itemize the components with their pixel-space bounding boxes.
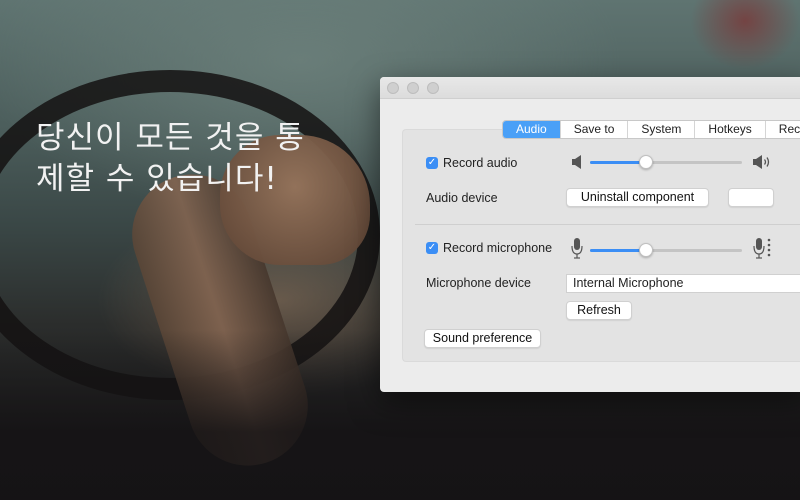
microphone-icon	[571, 238, 583, 259]
speaker-low-icon	[572, 155, 581, 169]
speaker-high-icon	[753, 155, 770, 169]
audio-volume-fill	[590, 161, 647, 164]
microphone-level-slider[interactable]	[590, 241, 742, 259]
zoom-window-button[interactable]	[427, 81, 439, 94]
record-microphone-checkbox[interactable]: ✓	[426, 242, 438, 254]
record-audio-checkbox[interactable]: ✓	[426, 157, 438, 169]
microphone-level-icon	[753, 238, 771, 259]
microphone-device-select[interactable]: Internal Microphone	[566, 274, 800, 293]
tab-hotkeys[interactable]: Hotkeys	[695, 121, 766, 138]
audio-volume-slider[interactable]	[590, 153, 742, 171]
promo-headline: 당신이 모든 것을 통 제할 수 있습니다!	[36, 118, 346, 200]
record-audio-label: Record audio	[443, 156, 518, 170]
audio-device-label: Audio device	[426, 191, 498, 205]
preferences-tab-bar: Audio Save to System Hotkeys Reco	[502, 120, 800, 139]
tab-system[interactable]: System	[628, 121, 696, 138]
uninstall-component-button[interactable]: Uninstall component	[566, 188, 709, 207]
background-sunglasses	[690, 0, 800, 70]
refresh-button[interactable]: Refresh	[566, 301, 632, 320]
tab-save-to[interactable]: Save to	[561, 121, 629, 138]
sound-preference-button[interactable]: Sound preference	[424, 329, 541, 348]
section-divider	[415, 224, 800, 225]
close-window-button[interactable]	[387, 81, 399, 94]
window-titlebar[interactable]	[380, 77, 800, 99]
tab-recording[interactable]: Reco	[766, 121, 800, 138]
audio-settings-panel: ✓ Record audio Audio device Uninstall co…	[402, 129, 800, 362]
microphone-level-knob[interactable]	[639, 243, 654, 257]
tab-audio[interactable]: Audio	[503, 121, 561, 138]
microphone-device-label: Microphone device	[426, 276, 531, 290]
microphone-level-fill	[590, 249, 647, 252]
audio-volume-knob[interactable]	[639, 155, 654, 169]
minimize-window-button[interactable]	[407, 81, 419, 94]
preferences-window: Audio Save to System Hotkeys Reco ✓ Reco…	[380, 77, 800, 392]
record-microphone-label: Record microphone	[443, 241, 553, 255]
promo-headline-line2: 제할 수 있습니다!	[36, 161, 278, 197]
promo-headline-line1: 당신이 모든 것을 통	[36, 120, 305, 156]
audio-device-extra-button[interactable]	[728, 188, 774, 207]
